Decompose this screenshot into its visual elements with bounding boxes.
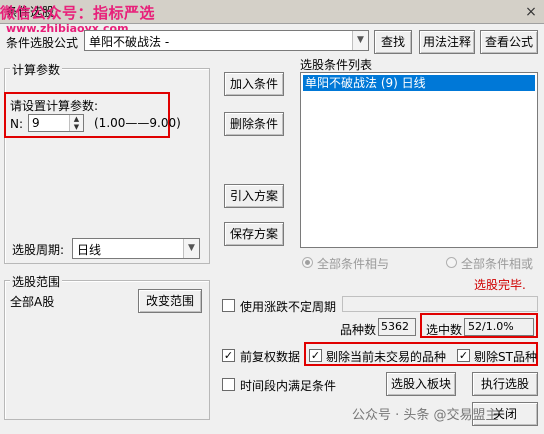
- change-scope-button[interactable]: 改变范围: [138, 289, 202, 313]
- n-input[interactable]: 9 ▲ ▼: [28, 114, 84, 132]
- spin-down-icon[interactable]: ▼: [70, 123, 83, 131]
- period-label: 选股周期:: [12, 243, 65, 257]
- fq-label: 前复权数据: [240, 350, 301, 364]
- zdt-checkbox[interactable]: [222, 299, 235, 312]
- scope-group-title: 选股范围: [10, 273, 63, 290]
- view-formula-button[interactable]: 查看公式: [480, 30, 538, 54]
- exclude-untraded-label: 剔除当前未交易的品种: [326, 350, 447, 364]
- zdt-period-field[interactable]: [342, 296, 538, 312]
- usage-button[interactable]: 用法注释: [419, 30, 475, 54]
- footer-watermark: 公众号 · 头条 @交易盟主: [352, 408, 499, 423]
- status-text: 选股完毕.: [474, 278, 526, 292]
- n-label: N:: [10, 117, 24, 131]
- radio-and[interactable]: [302, 257, 313, 268]
- time-range-label: 时间段内满足条件: [240, 379, 337, 393]
- condition-list-title: 选股条件列表: [300, 58, 373, 72]
- radio-and-label: 全部条件相与: [317, 257, 390, 271]
- import-plan-button[interactable]: 引入方案: [224, 184, 284, 208]
- chevron-down-icon[interactable]: ▼: [183, 239, 199, 258]
- count-value-field: 5362: [378, 318, 416, 336]
- fq-checkbox[interactable]: ✓: [222, 349, 235, 362]
- delete-condition-button[interactable]: 删除条件: [224, 112, 284, 136]
- count-value: 5362: [381, 320, 409, 333]
- zdt-label: 使用涨跌不定周期: [240, 300, 337, 314]
- period-value: 日线: [77, 243, 102, 257]
- selected-value-field: 52/1.0%: [464, 318, 534, 336]
- execute-button[interactable]: 执行选股: [472, 372, 538, 396]
- count-label: 品种数: [340, 323, 377, 337]
- selected-value: 52/1.0%: [468, 320, 514, 333]
- time-range-checkbox[interactable]: [222, 378, 235, 391]
- spin-up-icon[interactable]: ▲: [70, 115, 83, 123]
- chevron-down-icon[interactable]: ▼: [352, 31, 368, 50]
- params-group-title: 计算参数: [10, 61, 63, 78]
- to-block-button[interactable]: 选股入板块: [386, 372, 456, 396]
- formula-label: 条件选股公式: [6, 36, 79, 50]
- n-range: (1.00——9.00): [94, 116, 181, 130]
- condition-list[interactable]: 单阳不破战法 (9) 日线: [300, 72, 538, 248]
- params-prompt: 请设置计算参数:: [10, 99, 99, 113]
- n-stepper[interactable]: ▲ ▼: [69, 115, 83, 131]
- add-condition-button[interactable]: 加入条件: [224, 72, 284, 96]
- find-button[interactable]: 查找: [374, 30, 412, 54]
- period-combo[interactable]: 日线 ▼: [72, 238, 200, 259]
- save-plan-button[interactable]: 保存方案: [224, 222, 284, 246]
- exclude-st-checkbox[interactable]: ✓: [457, 349, 470, 362]
- watermark-top: 微信公众号：指标严选: [0, 4, 156, 22]
- radio-or-label: 全部条件相或: [461, 257, 534, 271]
- exclude-untraded-checkbox[interactable]: ✓: [309, 349, 322, 362]
- formula-value: 单阳不破战法 -: [89, 35, 170, 49]
- n-value: 9: [32, 116, 40, 130]
- list-item[interactable]: 单阳不破战法 (9) 日线: [303, 75, 535, 91]
- scope-value: 全部A股: [10, 295, 55, 309]
- close-icon[interactable]: ×: [520, 2, 542, 22]
- selected-label: 选中数: [426, 323, 463, 337]
- radio-or[interactable]: [446, 257, 457, 268]
- exclude-st-label: 剔除ST品种: [474, 350, 537, 364]
- formula-combo[interactable]: 单阳不破战法 - ▼: [84, 30, 369, 51]
